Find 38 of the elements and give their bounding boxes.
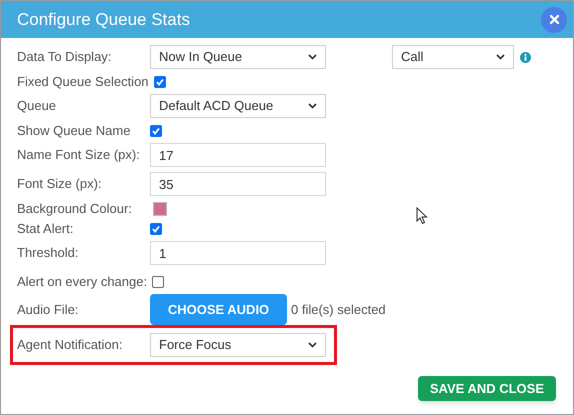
color-swatch[interactable] bbox=[153, 202, 167, 216]
chevron-down-icon bbox=[308, 103, 317, 109]
field-label: Audio File: bbox=[17, 300, 80, 319]
checkbox[interactable] bbox=[150, 223, 162, 235]
field-label: Queue bbox=[17, 97, 58, 116]
field-label: Fixed Queue Selection bbox=[17, 73, 149, 92]
field-label: Threshold: bbox=[17, 244, 80, 262]
dialog-title: Configure Queue Stats bbox=[17, 8, 190, 31]
dropdown[interactable]: Default ACD Queue bbox=[150, 94, 326, 118]
info-icon[interactable] bbox=[520, 52, 531, 62]
dropdown[interactable]: Now In Queue bbox=[150, 45, 326, 69]
cursor-icon bbox=[416, 207, 428, 225]
close-icon bbox=[550, 15, 558, 24]
field-label: Show Queue Name bbox=[17, 122, 132, 140]
checkbox[interactable] bbox=[154, 76, 166, 88]
field-label: Stat Alert: bbox=[17, 220, 74, 238]
chevron-down-icon bbox=[308, 54, 317, 60]
dropdown-value: Call bbox=[401, 48, 424, 66]
dropdown-value: Force Focus bbox=[159, 336, 232, 354]
chevron-down-icon bbox=[308, 342, 317, 348]
input-field[interactable]: 1 bbox=[150, 241, 326, 265]
checkbox[interactable] bbox=[150, 125, 162, 137]
file-status-text: 0 file(s) selected bbox=[291, 300, 386, 319]
field-label: Font Size (px): bbox=[17, 175, 103, 194]
close-button[interactable] bbox=[541, 6, 567, 32]
field-label: Name Font Size (px): bbox=[17, 146, 141, 164]
dropdown[interactable]: Call bbox=[392, 45, 514, 69]
field-label: Alert on every change: bbox=[17, 273, 148, 292]
checkbox[interactable] bbox=[152, 276, 164, 288]
dropdown-value: Default ACD Queue bbox=[159, 97, 274, 116]
input-field[interactable]: 17 bbox=[150, 143, 326, 167]
input-field[interactable]: 35 bbox=[150, 172, 326, 196]
chevron-down-icon bbox=[496, 54, 505, 60]
field-label: Data To Display: bbox=[17, 48, 112, 66]
field-label: Agent Notification: bbox=[17, 336, 124, 354]
dropdown[interactable]: Force Focus bbox=[150, 333, 326, 357]
field-label: Background Colour: bbox=[17, 200, 133, 218]
dropdown-value: Now In Queue bbox=[159, 48, 242, 66]
